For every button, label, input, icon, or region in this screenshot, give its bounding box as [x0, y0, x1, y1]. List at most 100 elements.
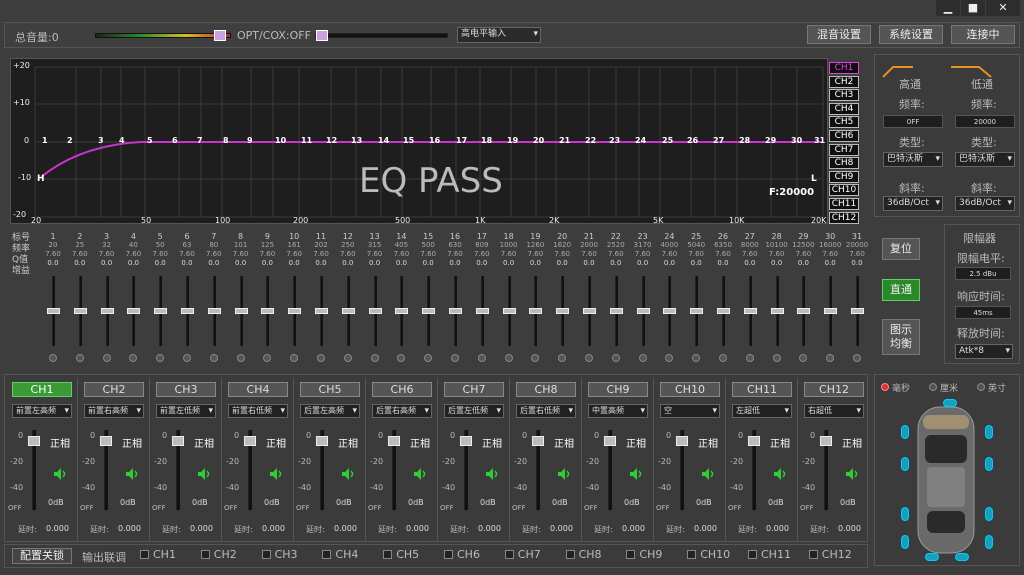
band-knob[interactable]: [156, 354, 165, 362]
band-gain-slider[interactable]: [73, 276, 87, 346]
band-gain-slider[interactable]: [368, 276, 382, 346]
channel-volume-slider[interactable]: [604, 430, 616, 510]
band-slider-handle[interactable]: [583, 308, 596, 314]
phase-toggle[interactable]: 正相: [770, 435, 790, 450]
close-button[interactable]: ✕: [986, 0, 1020, 16]
band-gain-slider[interactable]: [315, 276, 328, 346]
channel-volume-slider[interactable]: [748, 430, 760, 510]
band-gain-slider[interactable]: [261, 276, 275, 346]
limit-level-field[interactable]: 2.5 dBu: [955, 267, 1011, 280]
band-knob[interactable]: [370, 354, 379, 362]
lp-freq-field[interactable]: 20000: [955, 115, 1015, 128]
speaker-mute-icon[interactable]: [845, 467, 859, 481]
delay-value[interactable]: 0.000: [334, 524, 357, 533]
channel-volume-handle[interactable]: [316, 436, 328, 446]
band-knob[interactable]: [424, 354, 433, 362]
band-knob[interactable]: [209, 354, 218, 362]
delay-value[interactable]: 0.000: [478, 524, 501, 533]
band-slider-handle[interactable]: [288, 308, 302, 314]
speaker-fl-woofer-icon[interactable]: [901, 457, 909, 471]
channel-volume-slider[interactable]: [100, 430, 112, 510]
band-knob[interactable]: [558, 354, 567, 362]
link-checkbox-ch3[interactable]: [261, 550, 271, 559]
band-gain-slider[interactable]: [717, 276, 730, 346]
band-slider-handle[interactable]: [770, 308, 784, 314]
band-gain-slider[interactable]: [207, 276, 221, 346]
input-source-select[interactable]: 高电平输入: [457, 27, 541, 43]
band-knob[interactable]: [799, 354, 808, 362]
total-volume-slider[interactable]: [95, 30, 231, 41]
speaker-mute-icon[interactable]: [485, 467, 499, 481]
link-checkbox-ch5[interactable]: [383, 550, 393, 559]
band-slider-handle[interactable]: [851, 308, 864, 314]
band-knob[interactable]: [504, 354, 513, 362]
lp-slope-select[interactable]: 36dB/Oct: [955, 196, 1015, 211]
channel-volume-handle[interactable]: [532, 436, 544, 446]
volume-slider-handle[interactable]: [214, 30, 226, 41]
release-select[interactable]: Atk*8: [955, 344, 1013, 359]
speaker-mute-icon[interactable]: [629, 467, 643, 481]
link-checkbox-ch7[interactable]: [504, 550, 514, 559]
channel-select-ch4[interactable]: CH4: [829, 102, 859, 115]
hp-slope-select[interactable]: 36dB/Oct: [883, 196, 943, 211]
link-checkbox-ch8[interactable]: [565, 550, 575, 559]
phase-toggle[interactable]: 正相: [122, 435, 142, 450]
channel-volume-handle[interactable]: [820, 436, 832, 446]
channel-position-select[interactable]: 空: [660, 404, 720, 418]
band-gain-slider[interactable]: [583, 276, 596, 346]
attack-field[interactable]: 45ms: [955, 306, 1011, 319]
band-slider-handle[interactable]: [717, 308, 730, 314]
band-gain-slider[interactable]: [47, 276, 60, 346]
band-gain-slider[interactable]: [529, 276, 543, 346]
channel-volume-handle[interactable]: [676, 436, 688, 446]
phase-toggle[interactable]: 正相: [554, 435, 574, 450]
band-knob[interactable]: [638, 354, 647, 362]
channel-name-button[interactable]: CH7: [444, 382, 504, 397]
bypass-button[interactable]: 直通: [882, 279, 920, 301]
band-knob[interactable]: [102, 354, 111, 362]
channel-select-ch1[interactable]: CH1: [829, 62, 859, 74]
band-gain-slider[interactable]: [181, 276, 194, 346]
channel-volume-handle[interactable]: [172, 436, 184, 446]
link-checkbox-ch12[interactable]: [808, 550, 818, 559]
speaker-mute-icon[interactable]: [773, 467, 787, 481]
band-gain-slider[interactable]: [690, 276, 704, 346]
channel-select-ch8[interactable]: CH8: [829, 157, 859, 170]
channel-name-button[interactable]: CH11: [732, 382, 792, 397]
band-slider-handle[interactable]: [824, 308, 838, 314]
speaker-mute-icon[interactable]: [413, 467, 427, 481]
band-knob[interactable]: [236, 354, 245, 362]
band-gain-slider[interactable]: [288, 276, 302, 346]
channel-name-button[interactable]: CH1: [12, 382, 72, 397]
band-slider-handle[interactable]: [181, 308, 194, 314]
channel-position-select[interactable]: 前置左高频: [12, 404, 72, 418]
band-slider-handle[interactable]: [73, 308, 87, 314]
link-checkbox-ch11[interactable]: [748, 550, 757, 559]
channel-position-select[interactable]: 前置右低频: [228, 404, 288, 418]
band-gain-slider[interactable]: [636, 276, 650, 346]
band-slider-handle[interactable]: [395, 308, 409, 314]
band-knob[interactable]: [719, 354, 727, 362]
channel-select-ch9[interactable]: CH9: [829, 170, 859, 183]
channel-name-button[interactable]: CH5: [300, 382, 360, 397]
band-gain-slider[interactable]: [743, 276, 757, 346]
channel-volume-slider[interactable]: [460, 430, 472, 510]
band-gain-slider[interactable]: [100, 276, 114, 346]
band-slider-handle[interactable]: [422, 308, 436, 314]
channel-select-ch6[interactable]: CH6: [829, 130, 859, 142]
link-checkbox-ch9[interactable]: [626, 550, 636, 559]
channel-select-ch12[interactable]: CH12: [829, 211, 859, 224]
channel-select-ch2[interactable]: CH2: [829, 75, 859, 88]
unit-cm-radio[interactable]: [929, 383, 937, 391]
channel-volume-handle[interactable]: [604, 436, 616, 446]
lp-type-select[interactable]: 巴特沃斯: [955, 152, 1015, 167]
speaker-mute-icon[interactable]: [341, 467, 355, 481]
channel-volume-slider[interactable]: [172, 430, 184, 510]
phase-toggle[interactable]: 正相: [698, 435, 718, 450]
band-gain-slider[interactable]: [824, 276, 838, 346]
band-knob[interactable]: [49, 354, 57, 362]
channel-volume-slider[interactable]: [316, 430, 328, 510]
channel-volume-handle[interactable]: [460, 436, 472, 446]
band-slider-handle[interactable]: [475, 308, 489, 314]
band-slider-handle[interactable]: [154, 308, 168, 314]
